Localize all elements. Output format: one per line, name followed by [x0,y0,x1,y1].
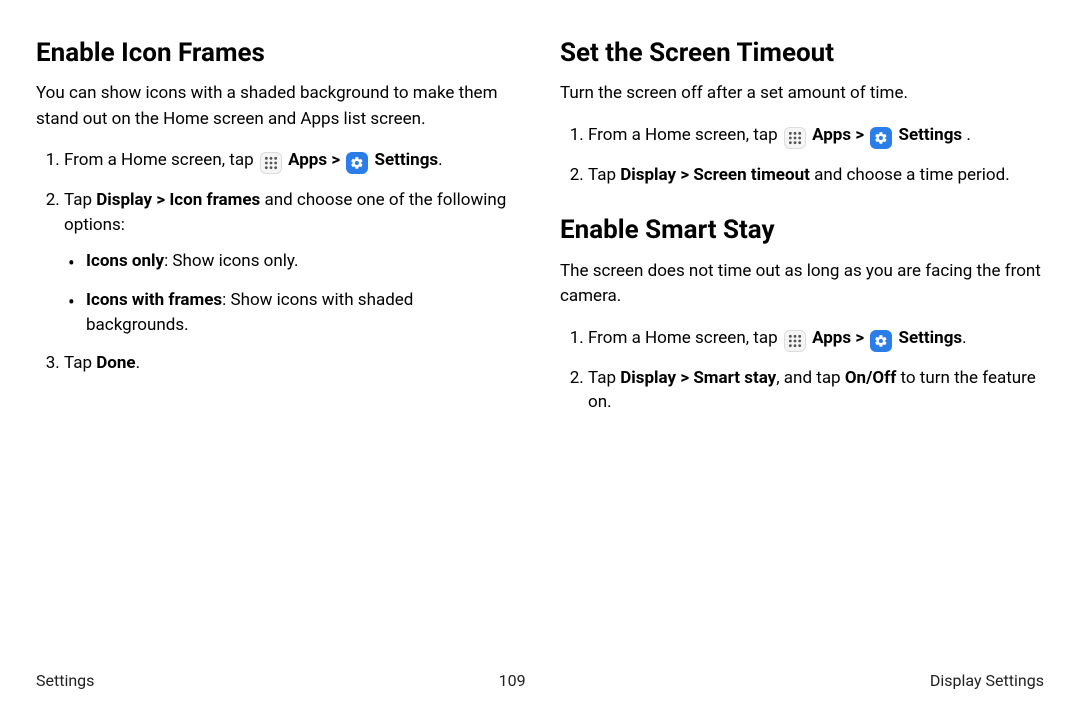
apps-icon [784,330,806,352]
t: Display > Icon frames [96,190,260,210]
t: Tap [588,165,620,185]
t: : Show icons only. [164,251,298,271]
intro-timeout: Turn the screen off after a set amount o… [560,81,1044,107]
left-column: Enable Icon Frames You can show icons wi… [36,38,520,655]
step-1: From a Home screen, tap Apps > Settings. [588,326,1044,352]
footer-page-number: 109 [499,671,526,690]
t: , and tap [776,368,845,388]
steps-smart-stay: From a Home screen, tap Apps > Settings.… [560,326,1044,415]
step-2: Tap Display > Smart stay, and tap On/Off… [588,366,1044,415]
t: Tap [588,368,620,388]
settings-icon [346,152,368,174]
t: Done [96,353,135,373]
step-1: From a Home screen, tap Apps > Settings. [64,148,520,174]
intro-icon-frames: You can show icons with a shaded backgro… [36,81,520,132]
step-2: Tap Display > Screen timeout and choose … [588,163,1044,188]
footer-left: Settings [36,671,94,690]
step-text: From a Home screen, tap [64,150,254,170]
chevron: > [855,328,864,348]
options-list: Icons only: Show icons only. Icons with … [64,249,520,337]
t: . [962,328,966,348]
chevron: > [855,125,864,145]
apps-label: Apps [812,125,851,145]
page-footer: Settings 109 Display Settings [36,655,1044,690]
t: Display > Screen timeout [620,165,810,185]
option-icons-only: Icons only: Show icons only. [86,249,520,274]
step-2: Tap Display > Icon frames and choose one… [64,188,520,337]
t: Icons only [86,251,164,271]
steps-timeout: From a Home screen, tap Apps > Settings … [560,123,1044,188]
apps-label: Apps [288,150,327,170]
period: . [438,150,442,170]
option-icons-frames: Icons with frames: Show icons with shade… [86,288,520,337]
steps-icon-frames: From a Home screen, tap Apps > Settings.… [36,148,520,376]
t: Tap [64,190,96,210]
settings-label: Settings [899,125,963,145]
footer-right: Display Settings [930,671,1044,690]
t: . [962,125,971,145]
settings-icon [870,127,892,149]
step-1: From a Home screen, tap Apps > Settings … [588,123,1044,149]
heading-timeout: Set the Screen Timeout [560,38,1044,69]
intro-smart-stay: The screen does not time out as long as … [560,259,1044,310]
apps-label: Apps [812,328,851,348]
t: and choose a time period. [810,165,1010,185]
heading-smart-stay: Enable Smart Stay [560,215,1044,246]
settings-icon [870,330,892,352]
t: Display > Smart stay [620,368,776,388]
content-columns: Enable Icon Frames You can show icons wi… [36,38,1044,655]
chevron: > [331,150,340,170]
t: Tap [64,353,96,373]
apps-icon [784,127,806,149]
t: On/Off [845,368,896,388]
right-column: Set the Screen Timeout Turn the screen o… [560,38,1044,655]
t: From a Home screen, tap [588,328,778,348]
apps-icon [260,152,282,174]
settings-label: Settings [375,150,439,170]
step-3: Tap Done. [64,351,520,376]
settings-label: Settings [899,328,963,348]
heading-icon-frames: Enable Icon Frames [36,38,520,69]
t: . [136,353,140,373]
t: From a Home screen, tap [588,125,778,145]
t: Icons with frames [86,290,222,310]
